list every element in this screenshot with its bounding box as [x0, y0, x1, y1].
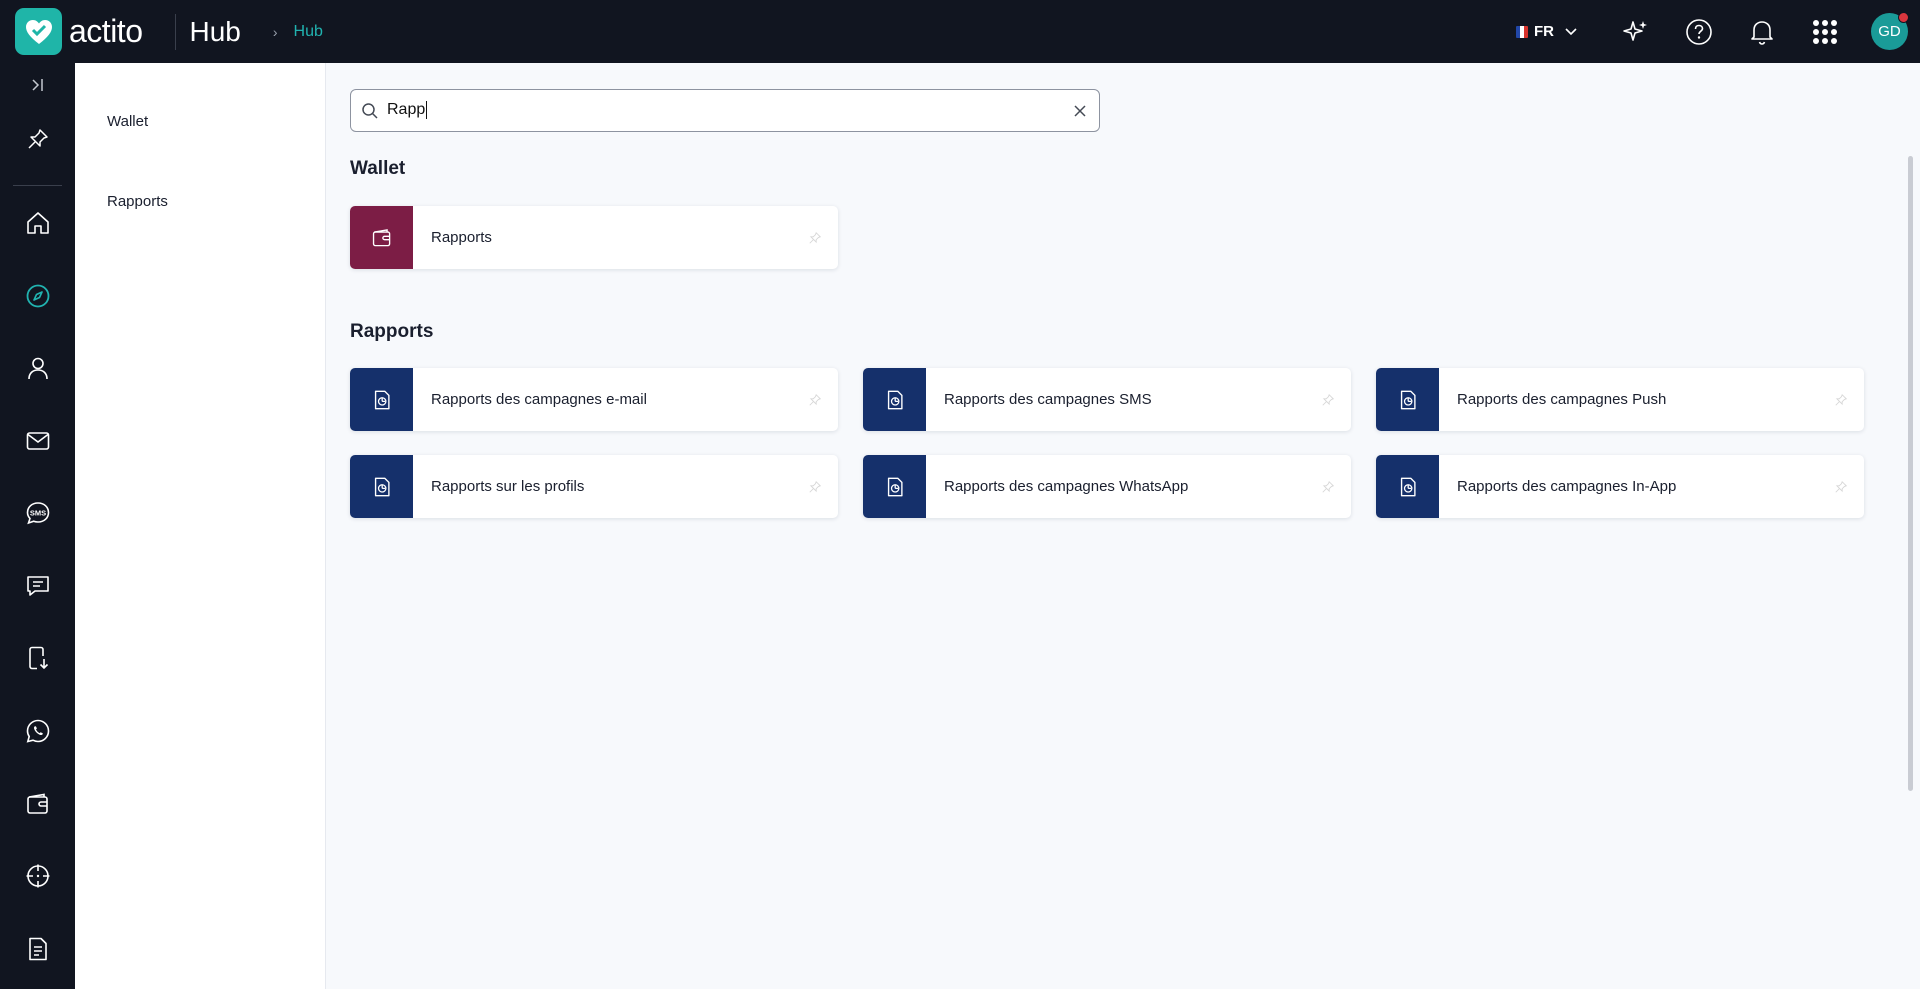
card-tile	[350, 206, 413, 269]
report-icon	[1400, 477, 1416, 496]
avatar-initials: GD	[1878, 23, 1901, 40]
top-bar: actito Hub › Hub FR GD	[0, 0, 1920, 63]
rail-wallet[interactable]	[0, 784, 75, 824]
card-tile	[350, 455, 413, 518]
wallet-icon	[26, 793, 48, 814]
pin-icon[interactable]	[808, 393, 822, 407]
card-rapports-push[interactable]: Rapports des campagnes Push	[1376, 368, 1864, 431]
header-divider	[175, 13, 177, 50]
actito-logo[interactable]: actito	[15, 8, 143, 55]
language-label: FR	[1534, 23, 1554, 40]
home-icon	[26, 212, 49, 234]
pin-icon[interactable]	[1321, 480, 1335, 494]
chat-icon	[26, 576, 49, 596]
wallet-icon	[372, 228, 390, 246]
language-selector[interactable]: FR	[1516, 23, 1577, 40]
compass-icon	[26, 284, 49, 308]
text-caret	[426, 101, 428, 120]
pin-icon[interactable]	[1834, 393, 1848, 407]
card-label: Rapports	[431, 229, 492, 246]
section-title-wallet: Wallet	[350, 158, 406, 179]
report-icon	[374, 390, 390, 409]
expand-icon	[31, 79, 43, 91]
rail-divider	[13, 185, 62, 186]
card-rapports-profils[interactable]: Rapports sur les profils	[350, 455, 838, 518]
pin-icon[interactable]	[808, 480, 822, 494]
rail-explore[interactable]	[0, 276, 75, 316]
breadcrumb-chevron-icon: ›	[272, 23, 278, 40]
rail-documents[interactable]	[0, 929, 75, 969]
rail-messages[interactable]	[0, 566, 75, 606]
subnav-item-wallet[interactable]: Wallet	[107, 113, 148, 130]
report-icon	[887, 477, 903, 496]
report-icon	[1400, 390, 1416, 409]
section-title-rapports: Rapports	[350, 321, 434, 342]
report-icon	[887, 390, 903, 409]
notification-dot	[1898, 12, 1909, 23]
chevron-down-icon	[1565, 23, 1577, 40]
secondary-nav: Wallet Rapports	[75, 63, 326, 989]
clear-search-icon[interactable]	[1071, 102, 1089, 120]
card-rapports-email[interactable]: Rapports des campagnes e-mail	[350, 368, 838, 431]
rail-sms[interactable]: SMS	[0, 493, 75, 533]
rail-email[interactable]	[0, 421, 75, 461]
subnav-item-rapports[interactable]: Rapports	[107, 193, 168, 210]
document-icon	[28, 937, 47, 961]
search-box[interactable]: Rapp	[350, 89, 1100, 132]
logo-heart-icon	[15, 8, 62, 55]
pin-icon[interactable]	[808, 231, 822, 245]
card-tile	[863, 368, 926, 431]
card-rapports-inapp[interactable]: Rapports des campagnes In-App	[1376, 455, 1864, 518]
rail-whatsapp[interactable]	[0, 711, 75, 751]
rail-home[interactable]	[0, 203, 75, 243]
card-label: Rapports des campagnes WhatsApp	[944, 478, 1189, 495]
card-label: Rapports des campagnes In-App	[1457, 478, 1677, 495]
app-title: Hub	[189, 15, 241, 47]
main-content: Rapp Wallet Rapports Rapports Rapports d…	[326, 63, 1920, 989]
user-avatar[interactable]: GD	[1871, 12, 1909, 50]
expand-sidebar-button[interactable]	[0, 65, 75, 105]
mail-icon	[26, 432, 49, 450]
card-rapports-sms[interactable]: Rapports des campagnes SMS	[863, 368, 1351, 431]
rail-targeting[interactable]	[0, 856, 75, 896]
app-grid-icon[interactable]	[1808, 15, 1842, 49]
pin-button[interactable]	[0, 119, 75, 159]
target-icon	[26, 864, 49, 888]
rail-profiles[interactable]	[0, 348, 75, 388]
left-rail: SMS	[0, 63, 75, 989]
pin-icon[interactable]	[1321, 393, 1335, 407]
france-flag-icon	[1516, 25, 1528, 38]
card-tile	[350, 368, 413, 431]
card-tile	[1376, 368, 1439, 431]
scrollbar[interactable]	[1908, 156, 1913, 791]
mobile-download-icon	[28, 646, 48, 670]
card-label: Rapports des campagnes e-mail	[431, 391, 647, 408]
svg-text:SMS: SMS	[29, 509, 45, 518]
notifications-bell-icon[interactable]	[1745, 15, 1779, 49]
search-input[interactable]: Rapp	[387, 101, 428, 120]
search-input-value: Rapp	[387, 101, 426, 119]
card-tile	[863, 455, 926, 518]
card-label: Rapports sur les profils	[431, 478, 585, 495]
user-icon	[27, 357, 48, 380]
breadcrumb-hub[interactable]: Hub	[294, 23, 323, 41]
ai-sparkle-icon[interactable]	[1619, 15, 1653, 49]
logo-text: actito	[69, 13, 143, 49]
sms-icon: SMS	[26, 502, 49, 525]
rail-mobile-apps[interactable]	[0, 638, 75, 678]
card-label: Rapports des campagnes Push	[1457, 391, 1667, 408]
report-icon	[374, 477, 390, 496]
card-label: Rapports des campagnes SMS	[944, 391, 1152, 408]
card-wallet-rapports[interactable]: Rapports	[350, 206, 838, 269]
card-tile	[1376, 455, 1439, 518]
pin-icon	[27, 129, 48, 149]
help-icon[interactable]	[1682, 15, 1716, 49]
search-icon	[361, 102, 379, 120]
whatsapp-icon	[26, 719, 49, 743]
card-rapports-whatsapp[interactable]: Rapports des campagnes WhatsApp	[863, 455, 1351, 518]
pin-icon[interactable]	[1834, 480, 1848, 494]
